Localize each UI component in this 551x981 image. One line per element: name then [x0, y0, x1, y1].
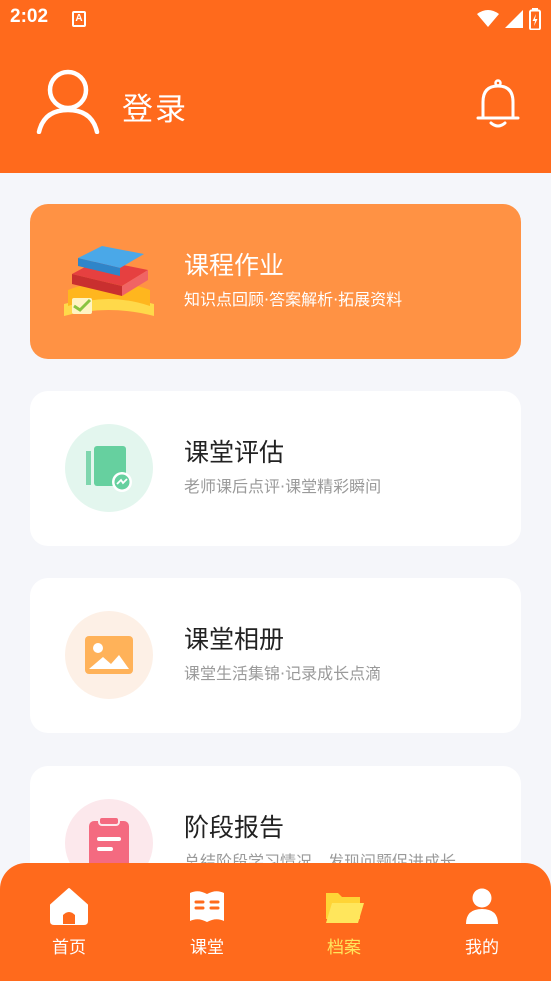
- wifi-icon: [477, 10, 499, 27]
- status-bar: 2:02 A: [0, 0, 551, 38]
- card-subtitle: 老师课后点评·课堂精彩瞬间: [184, 477, 382, 496]
- header: 登录: [0, 38, 551, 173]
- books-icon: [64, 246, 154, 316]
- card-title: 课堂相册: [184, 625, 285, 654]
- battery-icon: [529, 8, 541, 30]
- tab-mine[interactable]: 我的: [442, 887, 522, 967]
- book-open-icon: [190, 891, 224, 922]
- tab-label: 我的: [465, 938, 499, 958]
- bottom-tab-bar: 首页 课堂 档案 我的: [0, 863, 551, 981]
- assessment-icon-bg: [65, 424, 153, 512]
- home-icon: [50, 888, 88, 925]
- login-link[interactable]: 登录: [122, 84, 188, 129]
- user-icon: [466, 888, 498, 924]
- tab-archive[interactable]: 档案: [304, 887, 384, 967]
- card-subtitle: 知识点回顾·答案解析·拓展资料: [184, 290, 403, 309]
- user-avatar-icon[interactable]: [36, 68, 100, 134]
- tab-class[interactable]: 课堂: [167, 887, 247, 967]
- bell-icon[interactable]: [475, 78, 521, 130]
- assessment-icon: [86, 446, 132, 492]
- tab-home[interactable]: 首页: [29, 887, 109, 967]
- card-title: 课堂评估: [184, 438, 285, 467]
- folder-icon: [326, 893, 364, 923]
- notification-a-icon: A: [72, 11, 86, 27]
- card-title: 阶段报告: [184, 813, 285, 842]
- signal-icon: [505, 10, 523, 28]
- card-subtitle: 课堂生活集锦·记录成长点滴: [184, 664, 382, 683]
- photo-icon-bg: [65, 611, 153, 699]
- status-icons: [477, 8, 541, 30]
- status-time: 2:02: [10, 6, 49, 27]
- card-title: 课程作业: [184, 251, 285, 280]
- tab-label: 首页: [52, 938, 86, 958]
- photo-icon: [85, 636, 133, 674]
- card-class-assessment[interactable]: 课堂评估 老师课后点评·课堂精彩瞬间: [30, 391, 521, 546]
- card-course-homework[interactable]: 课程作业 知识点回顾·答案解析·拓展资料: [30, 204, 521, 359]
- card-class-album[interactable]: 课堂相册 课堂生活集锦·记录成长点滴: [30, 578, 521, 733]
- tab-label: 课堂: [190, 938, 224, 958]
- tab-label: 档案: [327, 938, 361, 958]
